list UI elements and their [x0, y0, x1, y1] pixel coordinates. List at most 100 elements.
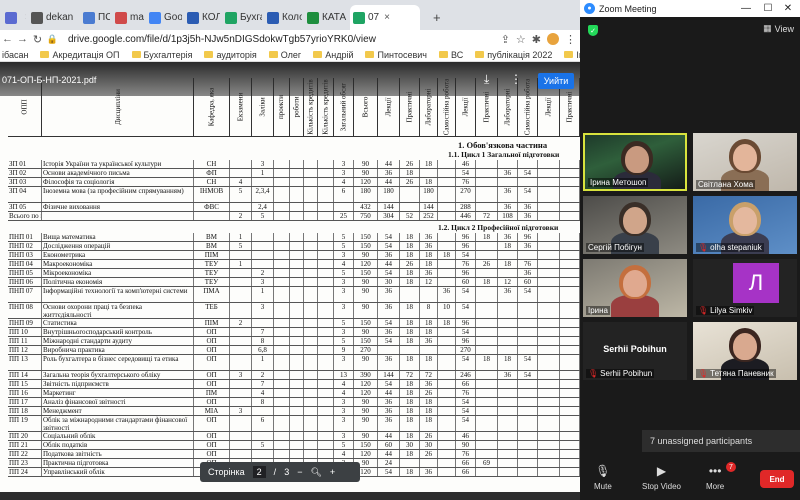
table-cell-zal	[252, 432, 274, 440]
table-cell-ex: 2	[230, 212, 252, 220]
browser-tab[interactable]: Бухга×	[222, 5, 262, 30]
participant-name-tag: 🎙︎ Тетяна Паневник	[696, 369, 776, 378]
table-cell-empty	[538, 242, 560, 250]
more-icon[interactable]: ⋮	[510, 72, 522, 86]
table-cell-name: Інформаційні технології та комп'ютерні с…	[42, 287, 194, 302]
tab-label: mail.t	[130, 12, 144, 23]
table-cell-empty	[318, 287, 334, 302]
table-row: ПП 16 Маркетинг ПМ 4 4 120 44 18 26 76	[8, 389, 580, 398]
table-cell-name: Виробнича практика	[42, 346, 194, 354]
bookmark-item[interactable]: Акредитація ОП	[40, 50, 120, 60]
close-tab-icon[interactable]: ×	[25, 12, 26, 23]
browser-tab[interactable]: КАТА×	[304, 5, 348, 30]
table-cell-code: ПНП 01	[8, 233, 42, 241]
open-with-button[interactable]: Уийти	[538, 73, 574, 89]
stop-video-button[interactable]: ▶︎ Stop Video	[642, 464, 681, 491]
participant-tile[interactable]: Сергій Побігун	[583, 196, 687, 254]
participant-tile[interactable]: 🎙︎ olha stepaniuk	[693, 196, 797, 254]
browser-tab[interactable]: dekan ×	[28, 5, 78, 30]
extensions-icon[interactable]: ✱	[532, 33, 541, 46]
star-icon[interactable]: ☆	[516, 33, 526, 46]
table-cell-zal: 3	[252, 160, 274, 168]
table-cell-ex	[230, 450, 252, 458]
table-cell-empty	[304, 441, 318, 449]
table-cell-b	[498, 160, 518, 168]
table-cell-sr: 66	[456, 380, 476, 388]
bookmark-item[interactable]: ібасан	[2, 50, 28, 60]
table-cell-code: ПП 12	[8, 346, 42, 354]
browser-tab[interactable]: ×	[2, 5, 26, 30]
table-cell-zal	[252, 251, 274, 259]
table-cell-pr: 36	[420, 380, 438, 388]
table-cell-ex	[230, 269, 252, 277]
table-cell-empty	[560, 178, 580, 186]
maximize-icon[interactable]: ☐	[758, 0, 778, 17]
table-cell-cr: 5	[334, 233, 354, 241]
url-field[interactable]: drive.google.com/file/d/1p3j5h-NJw5nDIGS…	[68, 34, 376, 45]
tab-label: КОЛО	[202, 12, 220, 23]
more-button[interactable]: ••• 7 More	[706, 462, 736, 491]
table-cell-code: ЗП 05	[8, 203, 42, 211]
close-icon[interactable]: ✕	[778, 0, 798, 17]
participant-tile[interactable]: Serhii Pobihun 🎙︎ Serhii Pobihun	[583, 322, 687, 380]
download-icon[interactable]: ⤓	[484, 72, 489, 87]
share-icon[interactable]: ⇪	[501, 33, 510, 46]
table-cell-cr: 6	[334, 187, 354, 202]
bookmark-item[interactable]: публікація 2022	[475, 50, 552, 60]
profile-avatar[interactable]	[547, 33, 559, 45]
reload-icon[interactable]: ↻	[30, 33, 45, 46]
new-tab-button[interactable]: +	[430, 5, 448, 30]
forward-icon[interactable]: →	[15, 33, 30, 45]
participant-tile[interactable]: 🎙︎ Тетяна Паневник	[693, 322, 797, 380]
zoom-out-icon[interactable]: −	[297, 467, 302, 477]
bookmark-item[interactable]: Пинтосевич	[365, 50, 427, 60]
close-tab-icon[interactable]: ×	[384, 12, 390, 23]
table-cell-empty	[318, 441, 334, 449]
zoom-in-icon[interactable]: +	[330, 467, 335, 477]
window-icon	[5, 11, 17, 24]
table-cell-empty	[274, 303, 290, 318]
browser-tab[interactable]: Googl×	[146, 5, 182, 30]
table-cell-c: 36	[518, 212, 538, 220]
table-cell-zal	[252, 233, 274, 241]
table-cell-empty	[560, 371, 580, 379]
zoom-icon[interactable]: 🔍︎	[310, 467, 321, 478]
mute-button[interactable]: 🎙︎ Mute	[594, 464, 612, 491]
browser-tab[interactable]: ПС-Ж×	[80, 5, 110, 30]
bookmark-item[interactable]: ВС	[438, 50, 463, 60]
table-cell-sr: 96	[456, 233, 476, 241]
browser-tab[interactable]: 07 ×	[350, 5, 420, 30]
unassigned-participants-toast[interactable]: 7 unassigned participants	[642, 430, 800, 452]
table-cell-sr: 76	[456, 450, 476, 458]
table-cell-pr: 36	[420, 242, 438, 250]
table-cell-all: 144	[378, 203, 400, 211]
table-cell-empty	[538, 407, 560, 415]
browser-tab[interactable]: mail.t×	[112, 5, 144, 30]
bookmark-item[interactable]: Олег	[268, 50, 301, 60]
column-header-label: Практичні	[565, 91, 574, 123]
participant-tile[interactable]: Ірина	[583, 259, 687, 317]
bookmark-item[interactable]: Інші закладки	[564, 50, 580, 60]
bookmark-item[interactable]: Андрій	[313, 50, 353, 60]
table-cell-dept: ПІМ	[194, 319, 230, 327]
minimize-icon[interactable]: —	[736, 0, 756, 17]
browser-tab[interactable]: Колок×	[264, 5, 302, 30]
back-icon[interactable]: ←	[0, 33, 15, 45]
participant-tile[interactable]: Л 🎙︎ Lilya Simkiv	[693, 259, 797, 317]
end-meeting-button[interactable]: End	[760, 470, 794, 488]
security-shield-icon[interactable]: ✓	[588, 25, 598, 36]
table-cell-all: 36	[378, 303, 400, 318]
current-page-input[interactable]: 2	[252, 466, 266, 478]
bookmark-item[interactable]: аудиторія	[204, 50, 257, 60]
browser-tab[interactable]: КОЛО×	[184, 5, 220, 30]
bookmark-item[interactable]: Бухгалтерія	[131, 50, 192, 60]
participant-tile[interactable]: Ірина Метошоп	[583, 133, 687, 191]
menu-icon[interactable]: ⋮	[565, 33, 576, 46]
table-cell-a	[476, 319, 498, 327]
view-button[interactable]: ▦ View	[763, 23, 794, 34]
table-cell-tot: 390	[354, 371, 378, 379]
table-cell-dept: ОП	[194, 346, 230, 354]
participant-tile[interactable]: Світлана Хома	[693, 133, 797, 191]
table-cell-pr: 8	[420, 303, 438, 318]
table-row: ПП 14 Загальна теорія бухгалтерського обл…	[8, 371, 580, 380]
